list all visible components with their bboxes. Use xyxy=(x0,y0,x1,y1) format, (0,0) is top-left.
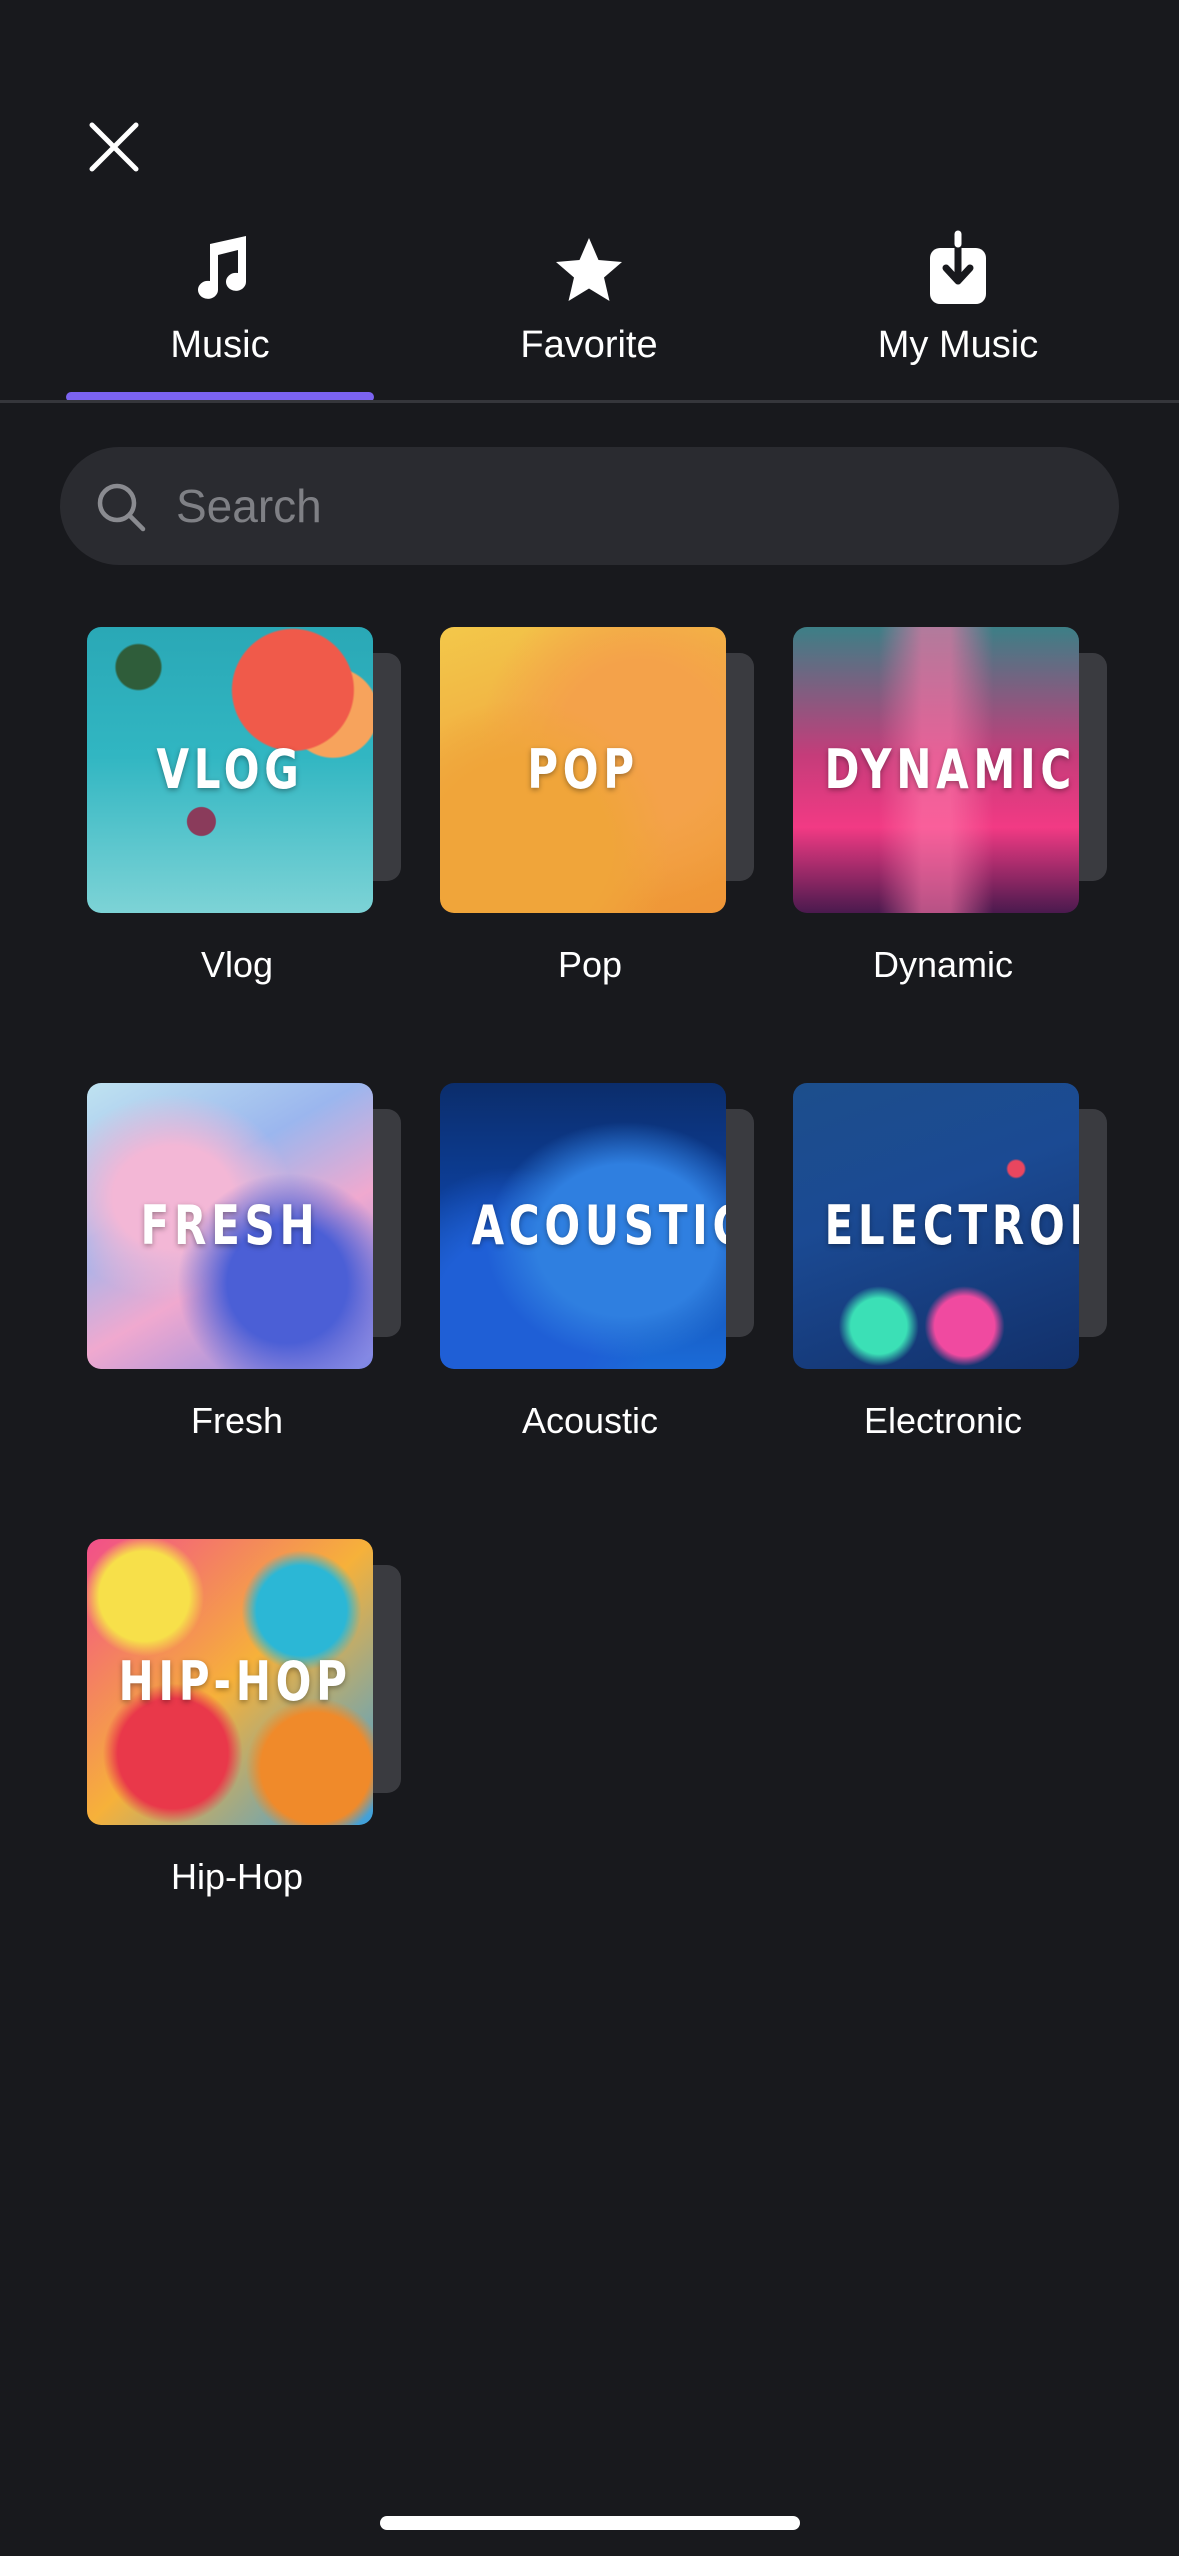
cover-image: ELECTRONIC xyxy=(793,1083,1079,1369)
cover-image: HIP-HOP xyxy=(87,1539,373,1825)
category-card-pop[interactable]: POP Pop xyxy=(440,627,754,1017)
category-card-vlog[interactable]: VLOG Vlog xyxy=(87,627,401,1017)
category-grid: VLOG Vlog POP Pop DYNAMIC Dynamic FRESH … xyxy=(0,0,1179,2556)
cover-title: VLOG xyxy=(156,738,304,801)
category-card-fresh[interactable]: FRESH Fresh xyxy=(87,1083,401,1473)
category-card-hip-hop[interactable]: HIP-HOP Hip-Hop xyxy=(87,1539,401,1929)
cover-title: HIP-HOP xyxy=(118,1650,352,1713)
cover-image: VLOG xyxy=(87,627,373,913)
home-indicator[interactable] xyxy=(380,2516,800,2530)
cover-title: FRESH xyxy=(140,1194,320,1257)
cover-title: ACOUSTIC xyxy=(471,1194,726,1257)
category-label: Dynamic xyxy=(872,944,1014,985)
category-card-electronic[interactable]: ELECTRONIC Electronic xyxy=(793,1083,1107,1473)
category-label: Electronic xyxy=(863,1400,1023,1441)
category-label: Hip-Hop xyxy=(170,1856,304,1897)
category-label: Fresh xyxy=(190,1400,284,1441)
category-label: Acoustic xyxy=(521,1400,659,1441)
cover-image: ACOUSTIC xyxy=(440,1083,726,1369)
category-label: Pop xyxy=(557,944,623,985)
category-card-acoustic[interactable]: ACOUSTIC Acoustic xyxy=(440,1083,754,1473)
cover-image: FRESH xyxy=(87,1083,373,1369)
cover-image: DYNAMIC xyxy=(793,627,1079,913)
category-card-dynamic[interactable]: DYNAMIC Dynamic xyxy=(793,627,1107,1017)
cover-title: DYNAMIC xyxy=(824,738,1076,801)
cover-image: POP xyxy=(440,627,726,913)
cover-title: POP xyxy=(527,738,639,801)
cover-title: ELECTRONIC xyxy=(824,1194,1079,1257)
category-label: Vlog xyxy=(200,944,274,985)
